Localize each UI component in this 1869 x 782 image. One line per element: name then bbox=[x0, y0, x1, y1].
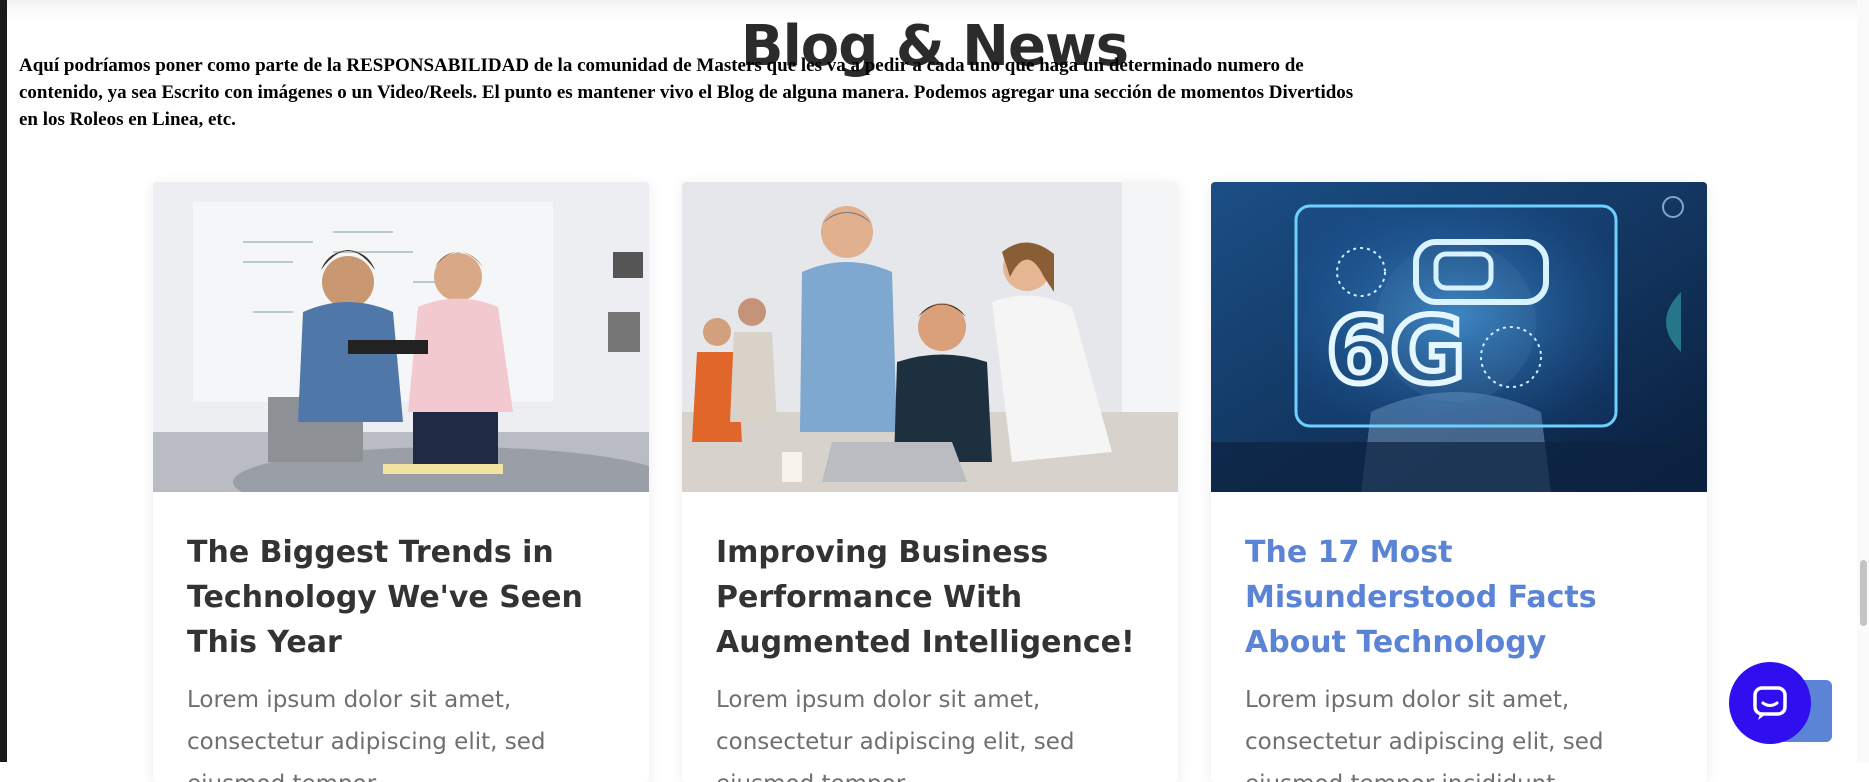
section-note: Aquí podríamos poner como parte de la RE… bbox=[19, 55, 1354, 130]
blog-card-excerpt: Lorem ipsum dolor sit amet, consectetur … bbox=[716, 687, 1075, 782]
blog-card-title[interactable]: The Biggest Trends in Technology We've S… bbox=[187, 530, 615, 665]
scrollbar[interactable] bbox=[1857, 0, 1869, 762]
blog-card-excerpt: Lorem ipsum dolor sit amet, consectetur … bbox=[187, 687, 546, 782]
scrollbar-thumb[interactable] bbox=[1860, 560, 1867, 626]
blog-card[interactable]: Improving Business Performance With Augm… bbox=[682, 182, 1178, 782]
blog-card-title[interactable]: The 17 Most Misunderstood Facts About Te… bbox=[1245, 530, 1673, 665]
blog-card-image[interactable] bbox=[153, 182, 649, 492]
blog-card-image[interactable]: 6G bbox=[1211, 182, 1707, 492]
blog-card[interactable]: The Biggest Trends in Technology We've S… bbox=[153, 182, 649, 782]
chat-button[interactable] bbox=[1729, 662, 1811, 744]
left-edge-bar bbox=[0, 0, 7, 762]
blog-card-image[interactable] bbox=[682, 182, 1178, 492]
chat-bubble-icon bbox=[1753, 686, 1787, 720]
blog-card-excerpt: Lorem ipsum dolor sit amet, consectetur … bbox=[1245, 687, 1604, 782]
blog-card[interactable]: 6G The 17 Most Misunderstood Facts About… bbox=[1211, 182, 1707, 782]
image-6g-label: 6G bbox=[1326, 297, 1466, 404]
blog-card-title[interactable]: Improving Business Performance With Augm… bbox=[716, 530, 1144, 665]
